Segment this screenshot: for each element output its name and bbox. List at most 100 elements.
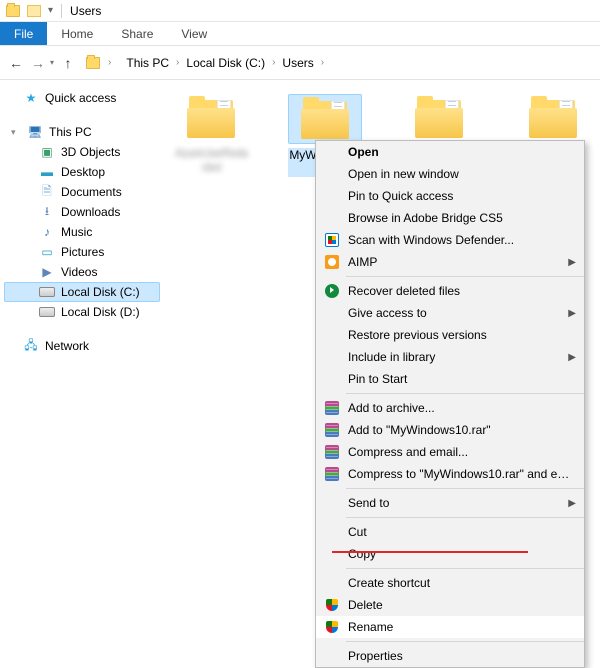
videos-icon: ▶ bbox=[39, 264, 55, 280]
shield-icon bbox=[326, 599, 338, 611]
nav-back-button[interactable]: ← bbox=[8, 55, 24, 71]
menu-label: Add to "MyWindows10.rar" bbox=[342, 423, 576, 437]
sidebar-item-label: This PC bbox=[49, 125, 92, 139]
qat-dropdown-icon[interactable]: ▾ bbox=[48, 5, 53, 16]
menu-item-add-rar[interactable]: Add to "MyWindows10.rar" bbox=[316, 419, 584, 441]
tab-view[interactable]: View bbox=[167, 22, 221, 45]
tab-share[interactable]: Share bbox=[107, 22, 167, 45]
sidebar-item-this-pc[interactable]: ▾ 🖥 This PC bbox=[4, 122, 160, 142]
tab-home[interactable]: Home bbox=[47, 22, 107, 45]
breadcrumb-item-users[interactable]: Users bbox=[279, 54, 316, 72]
sidebar-item-label: Downloads bbox=[61, 205, 120, 219]
menu-item-cut[interactable]: Cut bbox=[316, 521, 584, 543]
menu-item-create-shortcut[interactable]: Create shortcut bbox=[316, 572, 584, 594]
aimp-icon bbox=[325, 255, 339, 269]
menu-item-aimp[interactable]: AIMP▶ bbox=[316, 251, 584, 273]
sidebar-item-3d-objects[interactable]: ▣ 3D Objects bbox=[4, 142, 160, 162]
menu-item-give-access[interactable]: Give access to▶ bbox=[316, 302, 584, 324]
menu-label: AIMP bbox=[342, 255, 564, 269]
submenu-arrow-icon: ▶ bbox=[564, 308, 576, 319]
documents-icon: 🗎 bbox=[39, 184, 55, 200]
menu-item-pin-start[interactable]: Pin to Start bbox=[316, 368, 584, 390]
menu-label: Rename bbox=[342, 620, 576, 634]
menu-label: Cut bbox=[342, 525, 576, 539]
shield-icon bbox=[326, 621, 338, 633]
menu-item-restore-previous[interactable]: Restore previous versions bbox=[316, 324, 584, 346]
sidebar-item-desktop[interactable]: ▬ Desktop bbox=[4, 162, 160, 182]
sidebar-item-local-disk-c[interactable]: Local Disk (C:) bbox=[4, 282, 160, 302]
sidebar-item-documents[interactable]: 🗎 Documents bbox=[4, 182, 160, 202]
menu-item-properties[interactable]: Properties bbox=[316, 645, 584, 667]
sidebar-item-label: Network bbox=[45, 339, 89, 353]
sidebar-item-label: Videos bbox=[61, 265, 97, 279]
sidebar-item-music[interactable]: ♪ Music bbox=[4, 222, 160, 242]
menu-separator bbox=[346, 276, 584, 277]
menu-separator bbox=[346, 488, 584, 489]
breadcrumb-item-thispc[interactable]: This PC bbox=[123, 54, 172, 72]
menu-item-copy[interactable]: Copy bbox=[316, 543, 584, 565]
menu-item-compress-rar-email[interactable]: Compress to "MyWindows10.rar" and email bbox=[316, 463, 584, 485]
menu-item-send-to[interactable]: Send to▶ bbox=[316, 492, 584, 514]
menu-label: Restore previous versions bbox=[342, 328, 576, 342]
menu-item-delete[interactable]: Delete bbox=[316, 594, 584, 616]
music-icon: ♪ bbox=[39, 224, 55, 240]
arrow-left-icon: ← bbox=[9, 55, 23, 71]
menu-separator bbox=[346, 568, 584, 569]
tab-file[interactable]: File bbox=[0, 22, 47, 45]
sidebar-item-network[interactable]: 🖧 Network bbox=[4, 336, 160, 356]
menu-item-rename[interactable]: Rename bbox=[316, 616, 584, 638]
sidebar-item-label: Local Disk (C:) bbox=[61, 285, 140, 299]
breadcrumb-sep[interactable]: › bbox=[106, 57, 113, 68]
nav-up-button[interactable]: ↑ bbox=[60, 55, 76, 71]
menu-item-recover[interactable]: Recover deleted files bbox=[316, 280, 584, 302]
menu-label: Include in library bbox=[342, 350, 564, 364]
breadcrumb-item-c[interactable]: Local Disk (C:) bbox=[183, 54, 268, 72]
folder-item[interactable]: AzureUserRedacted bbox=[174, 94, 248, 177]
sidebar: ★ Quick access ▾ 🖥 This PC ▣ 3D Objects … bbox=[0, 80, 164, 585]
sidebar-item-label: Quick access bbox=[45, 91, 116, 105]
pc-icon: 🖥 bbox=[27, 124, 43, 140]
menu-item-scan-defender[interactable]: Scan with Windows Defender... bbox=[316, 229, 584, 251]
menu-item-open-new-window[interactable]: Open in new window bbox=[316, 163, 584, 185]
menu-separator bbox=[346, 517, 584, 518]
breadcrumb-sep[interactable]: › bbox=[174, 57, 181, 68]
menu-item-browse-bridge[interactable]: Browse in Adobe Bridge CS5 bbox=[316, 207, 584, 229]
sidebar-item-label: Local Disk (D:) bbox=[61, 305, 140, 319]
disk-icon bbox=[39, 287, 55, 297]
sidebar-item-local-disk-d[interactable]: Local Disk (D:) bbox=[4, 302, 160, 322]
menu-label: Recover deleted files bbox=[342, 284, 576, 298]
menu-label: Delete bbox=[342, 598, 576, 612]
menu-label: Open in new window bbox=[342, 167, 576, 181]
app-folder-icon bbox=[6, 5, 20, 17]
qat-icon[interactable] bbox=[27, 5, 41, 17]
breadcrumb: This PC › Local Disk (C:) › Users › bbox=[123, 54, 326, 72]
pictures-icon: ▭ bbox=[39, 244, 55, 260]
recover-icon bbox=[325, 284, 339, 298]
title-divider bbox=[61, 4, 62, 18]
folder-icon bbox=[529, 98, 577, 138]
breadcrumb-folder-icon bbox=[86, 57, 100, 69]
sidebar-item-quick-access[interactable]: ★ Quick access bbox=[4, 88, 160, 108]
downloads-icon: ⭳ bbox=[39, 204, 55, 220]
menu-label: Add to archive... bbox=[342, 401, 576, 415]
submenu-arrow-icon: ▶ bbox=[564, 352, 576, 363]
chevron-down-icon: ▾ bbox=[11, 127, 21, 138]
nav-history-dropdown[interactable]: ▾ bbox=[50, 58, 54, 67]
menu-item-compress-email[interactable]: Compress and email... bbox=[316, 441, 584, 463]
menu-item-open[interactable]: Open bbox=[316, 141, 584, 163]
breadcrumb-sep[interactable]: › bbox=[270, 57, 277, 68]
arrow-up-icon: ↑ bbox=[65, 55, 72, 71]
menu-label: Compress and email... bbox=[342, 445, 576, 459]
menu-item-include-library[interactable]: Include in library▶ bbox=[316, 346, 584, 368]
sidebar-item-pictures[interactable]: ▭ Pictures bbox=[4, 242, 160, 262]
sidebar-item-videos[interactable]: ▶ Videos bbox=[4, 262, 160, 282]
menu-label: Scan with Windows Defender... bbox=[342, 233, 576, 247]
breadcrumb-sep[interactable]: › bbox=[319, 57, 326, 68]
menu-item-add-archive[interactable]: Add to archive... bbox=[316, 397, 584, 419]
menu-item-pin-quick-access[interactable]: Pin to Quick access bbox=[316, 185, 584, 207]
menu-label: Give access to bbox=[342, 306, 564, 320]
cube-icon: ▣ bbox=[39, 144, 55, 160]
window-title: Users bbox=[70, 4, 101, 18]
sidebar-item-downloads[interactable]: ⭳ Downloads bbox=[4, 202, 160, 222]
menu-separator bbox=[346, 641, 584, 642]
